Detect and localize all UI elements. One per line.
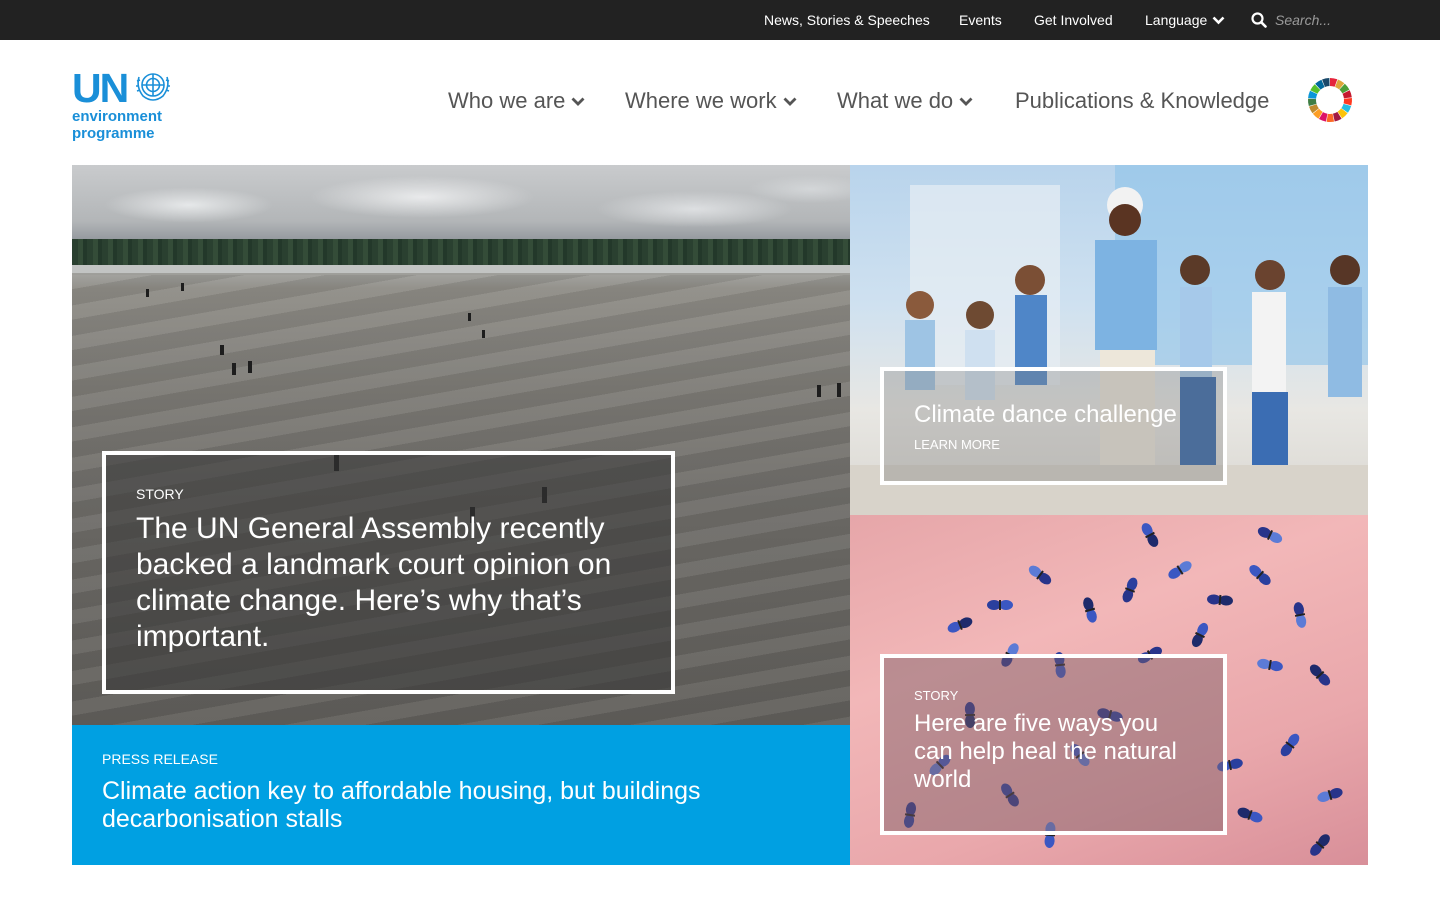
- topbar-link-events[interactable]: Events: [959, 12, 1002, 28]
- search-box: [1251, 11, 1395, 29]
- learn-more-link[interactable]: LEARN MORE: [914, 437, 1000, 452]
- nav-item-label: Where we work: [625, 88, 777, 113]
- topbar-link-news[interactable]: News, Stories & Speeches: [764, 12, 930, 28]
- topbar-link-get-involved[interactable]: Get Involved: [1034, 12, 1113, 28]
- language-label: Language: [1145, 12, 1208, 28]
- unep-logo[interactable]: UN environment programme: [72, 68, 182, 146]
- press-release-headline[interactable]: Climate action key to affordable housing…: [102, 777, 762, 833]
- nav-item-label: Publications & Knowledge: [1015, 88, 1270, 113]
- search-input[interactable]: [1275, 11, 1395, 29]
- hero-story-card[interactable]: STORY The UN General Assembly recently b…: [72, 165, 850, 725]
- logo-line-2: programme: [72, 125, 155, 142]
- dance-overlay-box[interactable]: Climate dance challenge LEARN MORE: [880, 367, 1227, 485]
- story-kicker: STORY: [136, 486, 184, 502]
- utility-bar: News, Stories & Speeches Events Get Invo…: [0, 0, 1440, 40]
- sdg-wheel-icon[interactable]: [1307, 77, 1353, 123]
- hero-story-overlay[interactable]: STORY The UN General Assembly recently b…: [102, 451, 675, 694]
- chevron-down-icon: [783, 97, 797, 106]
- nav-item-label: Who we are: [448, 88, 566, 113]
- nav-item-where-we-work[interactable]: Where we work: [625, 88, 797, 114]
- un-emblem-icon: [136, 73, 170, 101]
- butterfly-overlay-box[interactable]: STORY Here are five ways you can help he…: [880, 654, 1227, 835]
- press-release-kicker: PRESS RELEASE: [102, 751, 218, 767]
- logo-un-mark: UN: [72, 65, 129, 111]
- hero-headline[interactable]: The UN General Assembly recently backed …: [136, 511, 636, 655]
- logo-subtitle: environment programme: [72, 108, 162, 142]
- chevron-down-icon: [1212, 16, 1225, 24]
- nav-item-publications[interactable]: Publications & Knowledge: [1015, 88, 1269, 114]
- butterfly-story-tile[interactable]: STORY Here are five ways you can help he…: [850, 515, 1368, 865]
- butterfly-tile-title[interactable]: Here are five ways you can help heal the…: [914, 710, 1194, 794]
- chevron-down-icon: [571, 97, 585, 106]
- press-release-card[interactable]: PRESS RELEASE Climate action key to affo…: [72, 725, 850, 865]
- dance-tile-title[interactable]: Climate dance challenge: [914, 401, 1177, 429]
- nav-item-label: What we do: [837, 88, 954, 113]
- climate-dance-tile[interactable]: Climate dance challenge LEARN MORE: [850, 165, 1368, 515]
- search-icon[interactable]: [1251, 12, 1267, 28]
- butterfly-story-kicker: STORY: [914, 688, 959, 703]
- nav-item-what-we-do[interactable]: What we do: [837, 88, 973, 114]
- nav-item-who-we-are[interactable]: Who we are: [448, 88, 585, 114]
- language-dropdown[interactable]: Language: [1145, 12, 1225, 28]
- chevron-down-icon: [959, 97, 973, 106]
- logo-line-1: environment: [72, 108, 163, 125]
